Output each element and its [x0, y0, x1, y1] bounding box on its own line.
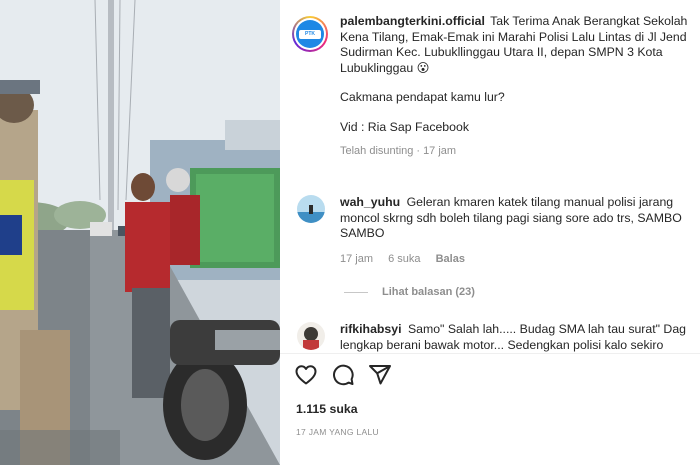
caption-text-3: Vid : Ria Sap Facebook: [340, 119, 469, 134]
heart-icon[interactable]: [294, 363, 318, 387]
post-panel: PTK palembangterkini.official Tak Terima…: [280, 0, 700, 465]
account-logo-icon: PTK: [296, 20, 324, 48]
view-replies-label[interactable]: Lihat balasan (23): [382, 286, 475, 298]
comment-avatar[interactable]: [297, 322, 325, 350]
post-time[interactable]: 17 JAM YANG LALU: [296, 427, 379, 437]
caption-text-2: Cakmana pendapat kamu lur?: [340, 90, 505, 104]
comment-username[interactable]: rifkihabsyi: [340, 322, 402, 336]
comment-username[interactable]: wah_yuhu: [340, 195, 400, 209]
comment-item: wah_yuhu Geleran kmaren katek tilang man…: [292, 195, 692, 270]
comment-text-block: rifkihabsyi Samo" Salah lah..... Budag S…: [340, 322, 690, 352]
post-caption-block: PTK palembangterkini.official Tak Terima…: [292, 14, 692, 180]
comment-text-block: wah_yuhu Geleran kmaren katek tilang man…: [340, 195, 690, 242]
comment-item: rifkihabsyi Samo" Salah lah..... Budag S…: [292, 322, 692, 352]
likes-count[interactable]: 1.115 suka: [296, 402, 358, 416]
replies-line: [344, 291, 368, 293]
action-bar: [294, 363, 392, 389]
account-avatar[interactable]: PTK: [292, 16, 328, 52]
post-username[interactable]: palembangterkini.official: [340, 14, 485, 28]
comment-meta: 17 jam 6 suka Balas: [340, 253, 477, 265]
comment-time[interactable]: 17 jam: [340, 253, 373, 265]
post-video[interactable]: [0, 0, 280, 465]
comment-avatar[interactable]: [297, 195, 325, 223]
comment-icon[interactable]: [331, 363, 355, 387]
comment-likes[interactable]: 6 suka: [388, 253, 420, 265]
view-replies-button[interactable]: Lihat balasan (23): [344, 286, 475, 298]
reply-button[interactable]: Balas: [436, 253, 465, 265]
actions-divider: [280, 353, 700, 354]
edited-time[interactable]: 17 jam: [423, 145, 456, 157]
edited-separator: ·: [416, 145, 421, 157]
post-caption: palembangterkini.official Tak Terima Ana…: [340, 14, 692, 160]
video-frame: [0, 0, 280, 465]
share-icon[interactable]: [368, 363, 392, 387]
edited-label: Telah disunting: [340, 145, 414, 157]
caption-meta: Telah disunting · 17 jam: [340, 144, 692, 160]
